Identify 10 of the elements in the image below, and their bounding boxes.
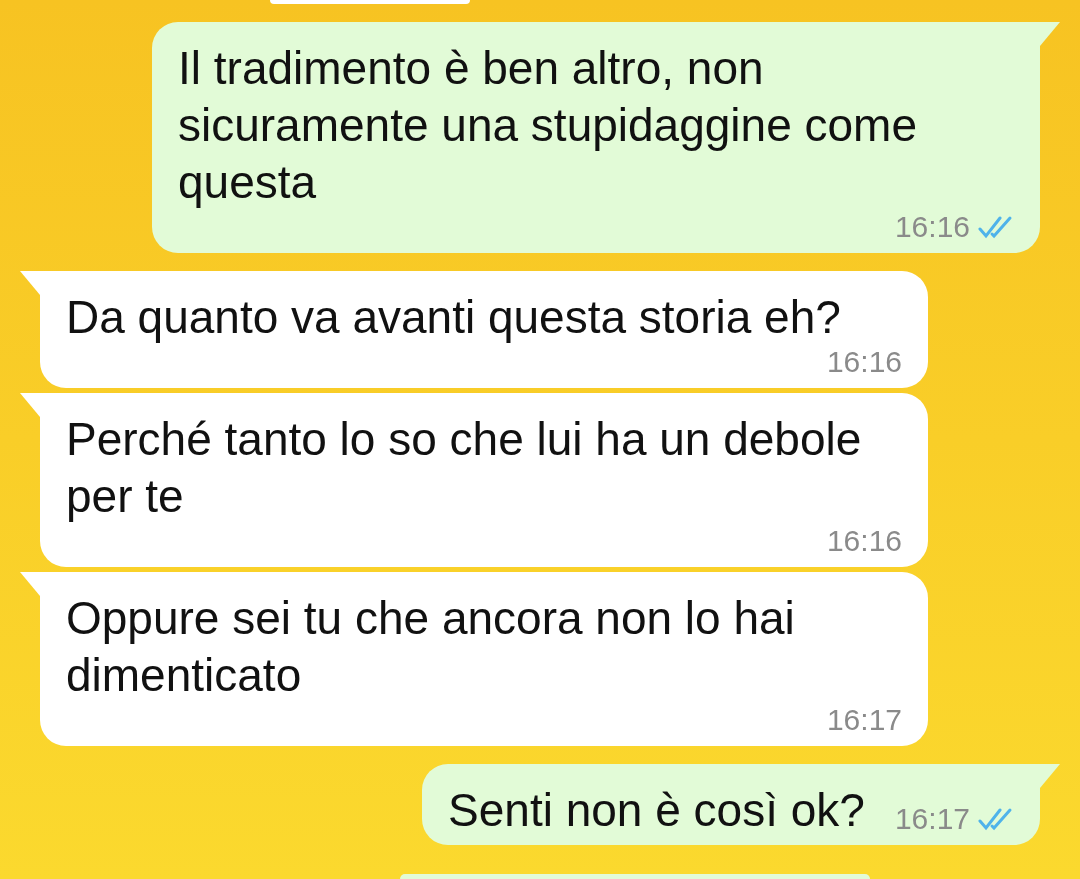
message-time: 16:16 (826, 525, 902, 557)
message-text: Il tradimento è ben altro, non sicuramente una stupidaggine come questa (178, 41, 918, 210)
message-time: 16:16 (826, 346, 902, 378)
message-text: Senti non è così ok? (448, 783, 865, 838)
message-text: Oppure sei tu che ancora non lo hai dimenticato (66, 591, 796, 703)
message-text: Da quanto va avanti questa storia eh? (66, 290, 841, 345)
message-time: 16:17 (894, 803, 970, 835)
message-time: 16:17 (826, 704, 902, 736)
message-time: 16:16 (894, 211, 970, 243)
message-text: Perché tanto lo so che lui ha un debole per te (66, 412, 863, 524)
